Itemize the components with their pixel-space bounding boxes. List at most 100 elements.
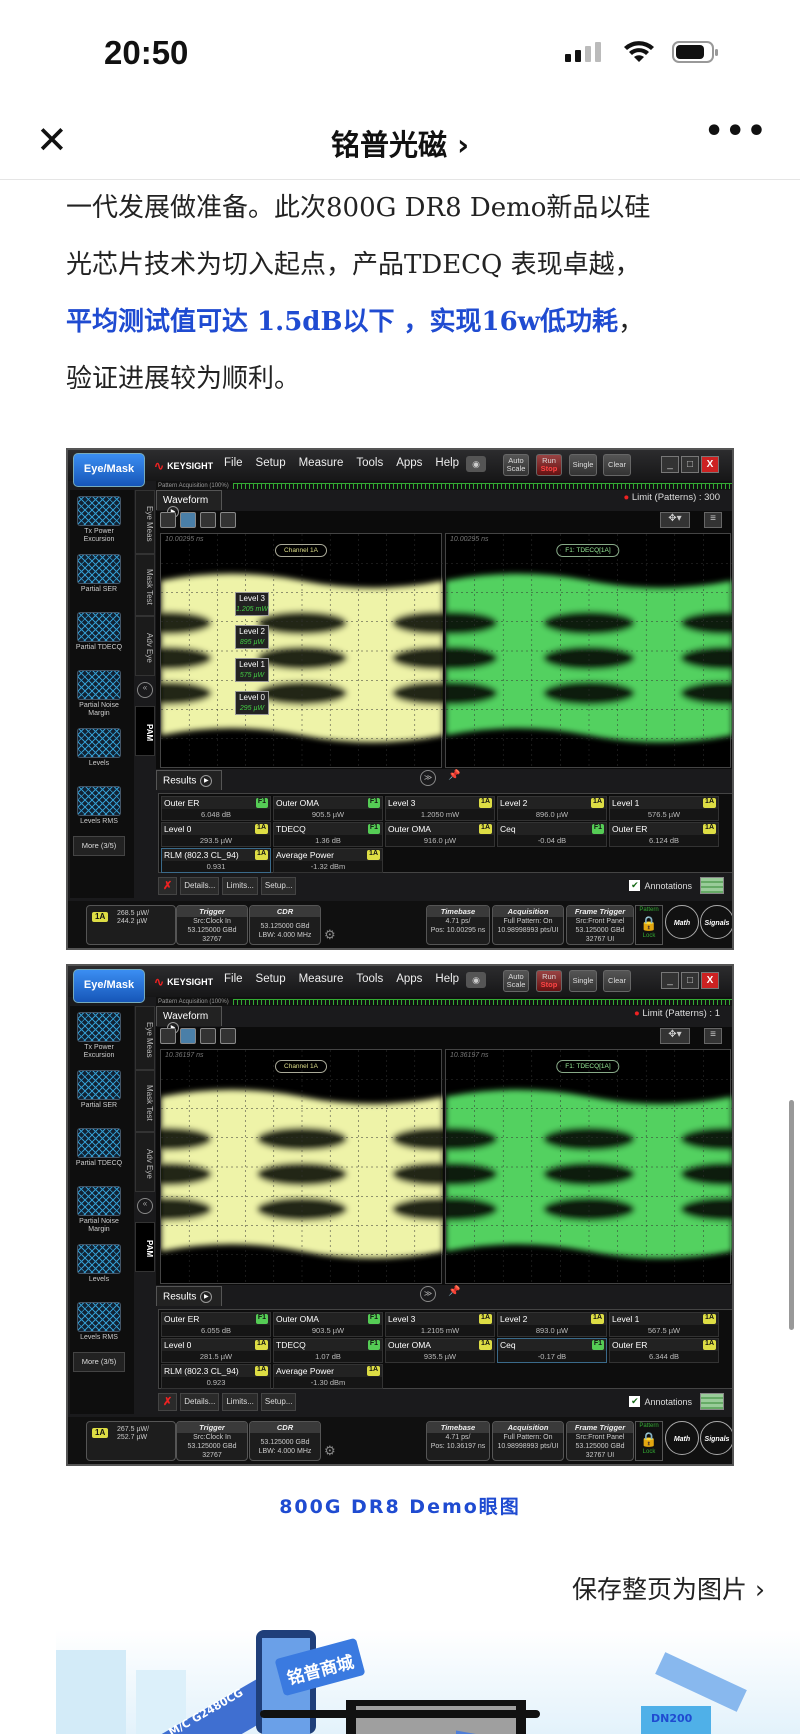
more-icon[interactable]: ••• <box>704 114 768 149</box>
side-tab[interactable]: Eye Meas <box>135 1006 155 1070</box>
menu-item[interactable]: Setup <box>256 973 286 985</box>
channel-1a-info[interactable]: 1A 267.5 µW/252.7 µW <box>86 1421 176 1461</box>
tab-waveform[interactable]: Waveform▶ <box>156 1006 222 1034</box>
sidebar-measurement-item[interactable]: Partial SER <box>73 554 125 594</box>
side-tab[interactable]: Mask Test <box>135 1070 155 1132</box>
result-cell[interactable]: Outer OMA F1 903.5 µW <box>273 1312 383 1337</box>
collapse-sidebar-icon[interactable]: « <box>137 682 153 698</box>
tab-results[interactable]: Results ▶ <box>156 770 222 790</box>
menu-item[interactable]: Apps <box>396 457 422 469</box>
auto-scale-button[interactable]: Auto Scale <box>503 970 529 992</box>
layout-button[interactable] <box>220 512 236 528</box>
sidebar-measurement-item[interactable]: Partial Noise Margin <box>73 1186 125 1234</box>
clear-button[interactable]: Clear <box>603 970 631 992</box>
maximize-icon[interactable]: □ <box>681 456 699 473</box>
side-tab[interactable]: Adv Eye <box>135 616 155 676</box>
run-stop-button[interactable]: Run Stop <box>536 970 562 992</box>
settings-gear-icon[interactable]: ⚙ <box>324 927 336 943</box>
result-cell[interactable]: Level 0 1A 281.5 µW <box>161 1338 271 1363</box>
menu-item[interactable]: Setup <box>256 457 286 469</box>
details-button[interactable]: Details... <box>180 1393 220 1411</box>
sidebar-measurement-item[interactable]: Partial Noise Margin <box>73 670 125 718</box>
auto-scale-button[interactable]: Auto Scale <box>503 454 529 476</box>
result-cell[interactable]: Level 3 1A 1.2105 mW <box>385 1312 495 1337</box>
math-button[interactable]: Math <box>665 1421 699 1455</box>
camera-icon[interactable]: ◉ <box>466 972 486 988</box>
trigger-panel[interactable]: Trigger Src:Clock In 53.125000 GBd 32767 <box>176 905 248 945</box>
result-cell[interactable]: Level 0 1A 293.5 µW <box>161 822 271 847</box>
result-cell[interactable]: Level 2 1A 896.0 µW <box>497 796 607 821</box>
signals-button[interactable]: Signals <box>700 1421 732 1455</box>
layout-button[interactable] <box>200 1028 216 1044</box>
menu-item[interactable]: Apps <box>396 973 422 985</box>
more-button[interactable]: More (3/5) <box>73 836 125 856</box>
sidebar-measurement-item[interactable]: Partial SER <box>73 1070 125 1110</box>
save-page-as-image-link[interactable]: 保存整页为图片 › <box>572 1570 765 1606</box>
tab-waveform[interactable]: Waveform▶ <box>156 490 222 518</box>
sidebar-measurement-item[interactable]: Tx Power Excursion <box>73 496 125 544</box>
signals-button[interactable]: Signals <box>700 905 732 939</box>
timebase-panel[interactable]: Timebase 4.71 ps/Pos: 10.00295 ns <box>426 905 490 945</box>
menu-item[interactable]: Measure <box>299 457 344 469</box>
side-tab[interactable]: PAM <box>135 1222 155 1272</box>
sidebar-measurement-item[interactable]: Levels <box>73 728 125 768</box>
frame-trigger-panel[interactable]: Frame Trigger Src:Front Panel 53.125000 GB… <box>566 1421 634 1461</box>
layout-button[interactable] <box>180 1028 196 1044</box>
sidebar-measurement-item[interactable]: Tx Power Excursion <box>73 1012 125 1060</box>
setup-button[interactable]: Setup... <box>260 1393 297 1411</box>
side-tab[interactable]: Adv Eye <box>135 1132 155 1192</box>
side-tab[interactable]: Mask Test <box>135 554 155 616</box>
side-tab[interactable]: Eye Meas <box>135 490 155 554</box>
account-title[interactable]: 铭普光磁 › <box>0 122 800 164</box>
cdr-panel[interactable]: CDR 53.125000 GBd LBW: 4.000 MHz <box>249 905 321 945</box>
settings-gear-icon[interactable]: ⚙ <box>324 1443 336 1459</box>
result-cell[interactable]: Ceq F1 -0.04 dB <box>497 822 607 847</box>
limits-button[interactable]: Limits... <box>222 1393 258 1411</box>
close-icon[interactable]: X <box>701 972 719 989</box>
result-cell[interactable]: Outer OMA 1A 916.0 µW <box>385 822 495 847</box>
menu-item[interactable]: Measure <box>299 973 344 985</box>
collapse-sidebar-icon[interactable]: « <box>137 1198 153 1214</box>
result-cell[interactable]: Level 1 1A 576.5 µW <box>609 796 719 821</box>
hamburger-menu-icon[interactable]: ≡ <box>704 1028 722 1044</box>
scrollbar[interactable] <box>789 1100 794 1330</box>
result-cell[interactable]: Outer OMA F1 905.5 µW <box>273 796 383 821</box>
sidebar-measurement-item[interactable]: Levels <box>73 1244 125 1284</box>
layout-button[interactable] <box>160 512 176 528</box>
menu-item[interactable]: File <box>224 457 243 469</box>
result-cell[interactable]: Outer ER F1 6.048 dB <box>161 796 271 821</box>
hamburger-menu-icon[interactable]: ≡ <box>704 512 722 528</box>
minimize-icon[interactable]: _ <box>661 972 679 989</box>
setup-button[interactable]: Setup... <box>260 877 297 895</box>
single-button[interactable]: Single <box>569 454 597 476</box>
pan-zoom-icon[interactable]: ✥▾ <box>660 1028 690 1044</box>
layout-button[interactable] <box>180 512 196 528</box>
menu-item[interactable]: Tools <box>356 973 383 985</box>
result-cell[interactable]: Level 1 1A 567.5 µW <box>609 1312 719 1337</box>
collapse-icon[interactable]: ≫ <box>420 770 436 786</box>
layout-button[interactable] <box>200 512 216 528</box>
result-cell[interactable]: Outer ER F1 6.055 dB <box>161 1312 271 1337</box>
sidebar-measurement-item[interactable]: Partial TDECQ <box>73 612 125 652</box>
result-cell[interactable]: Level 3 1A 1.2050 mW <box>385 796 495 821</box>
sidebar-measurement-item[interactable]: Levels RMS <box>73 786 125 826</box>
limits-button[interactable]: Limits... <box>222 877 258 895</box>
eye-mask-button[interactable]: Eye/Mask <box>73 969 145 1003</box>
annotations-color-button[interactable] <box>700 877 724 894</box>
trigger-panel[interactable]: Trigger Src:Clock In 53.125000 GBd 32767 <box>176 1421 248 1461</box>
side-tab[interactable]: PAM <box>135 706 155 756</box>
delete-button[interactable]: ✗ <box>158 877 178 895</box>
result-cell[interactable]: RLM (802.3 CL_94) 1A 0.931 <box>161 848 271 873</box>
result-cell[interactable]: Average Power 1A -1.30 dBm <box>273 1364 383 1389</box>
details-button[interactable]: Details... <box>180 877 220 895</box>
clear-button[interactable]: Clear <box>603 454 631 476</box>
pattern-lock-icon[interactable]: Pattern 🔒 Lock <box>635 905 663 945</box>
menu-item[interactable]: Help <box>435 457 459 469</box>
menu-item[interactable]: Tools <box>356 457 383 469</box>
result-cell[interactable]: Level 2 1A 893.0 µW <box>497 1312 607 1337</box>
layout-button[interactable] <box>220 1028 236 1044</box>
menu-item[interactable]: File <box>224 973 243 985</box>
channel-1a-info[interactable]: 1A 268.5 µW/244.2 µW <box>86 905 176 945</box>
pin-icon[interactable]: 📌 <box>448 1286 460 1297</box>
pan-zoom-icon[interactable]: ✥▾ <box>660 512 690 528</box>
